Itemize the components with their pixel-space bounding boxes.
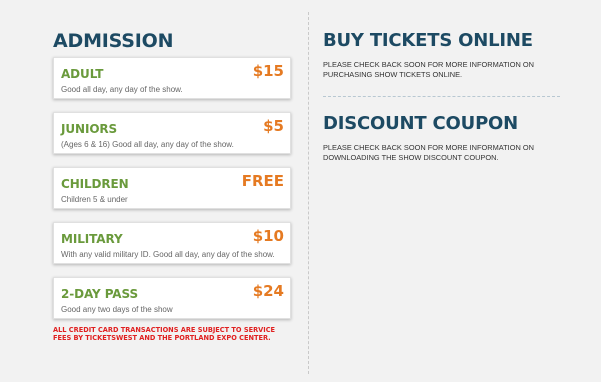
column-divider (308, 12, 309, 374)
discount-coupon-title: DISCOUNT COUPON (323, 113, 519, 134)
ticket-description: Good all day, any day of the show. (61, 85, 183, 94)
ticket-card-juniors: JUNIORS $5 (Ages 6 & 16) Good all day, a… (53, 112, 291, 154)
ticket-price: $10 (252, 227, 284, 245)
section-divider (323, 96, 560, 97)
right-column: BUY TICKETS ONLINE PLEASE CHECK BACK SOO… (323, 28, 563, 163)
buy-tickets-info: PLEASE CHECK BACK SOON FOR MORE INFORMAT… (323, 60, 534, 79)
ticket-price: $24 (252, 282, 284, 300)
page: ADMISSION ADULT $15 Good all day, any da… (0, 0, 601, 382)
ticket-card-adult: ADULT $15 Good all day, any day of the s… (53, 57, 291, 99)
ticket-description: Good any two days of the show (61, 305, 173, 314)
ticket-name: 2-DAY PASS (61, 287, 139, 301)
admission-title: ADMISSION (53, 30, 174, 52)
buy-tickets-title: BUY TICKETS ONLINE (323, 30, 533, 51)
ticket-name: MILITARY (61, 232, 123, 246)
ticket-description: (Ages 6 & 16) Good all day, any day of t… (61, 140, 234, 149)
ticket-description: Children 5 & under (61, 195, 128, 204)
ticket-name: CHILDREN (61, 177, 129, 191)
ticket-card-2-day-pass: 2-DAY PASS $24 Good any two days of the … (53, 277, 291, 319)
ticket-card-children: CHILDREN FREE Children 5 & under (53, 167, 291, 209)
ticket-price: $5 (263, 117, 284, 135)
credit-card-disclaimer: ALL CREDIT CARD TRANSACTIONS ARE SUBJECT… (53, 326, 276, 342)
discount-coupon-info: PLEASE CHECK BACK SOON FOR MORE INFORMAT… (323, 143, 534, 162)
ticket-card-military: MILITARY $10 With any valid military ID.… (53, 222, 291, 264)
ticket-price: $15 (252, 62, 284, 80)
ticket-price: FREE (241, 172, 284, 190)
ticket-name: JUNIORS (61, 122, 118, 136)
ticket-description: With any valid military ID. Good all day… (61, 250, 275, 259)
ticket-name: ADULT (61, 67, 104, 81)
admission-section: ADMISSION ADULT $15 Good all day, any da… (53, 28, 291, 342)
